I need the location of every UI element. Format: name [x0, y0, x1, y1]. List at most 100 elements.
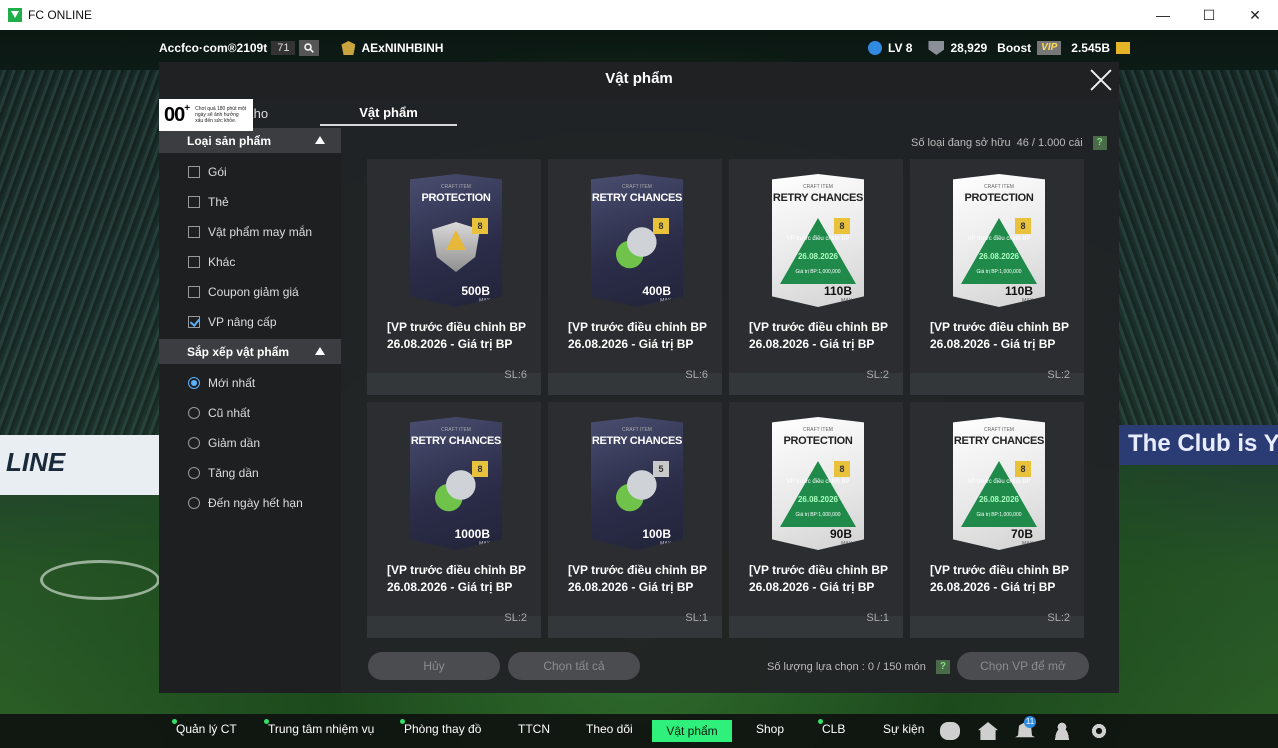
item-tag-bp: Giá trị BP:1,000,000 — [795, 512, 841, 518]
item-quantity: SL:2 — [1047, 612, 1070, 624]
window-titlebar: FC ONLINE — ☐ ✕ — [0, 0, 1278, 30]
item-name: [VP trước điều chỉnh BP 26.08.2026 - Giá… — [930, 320, 1069, 351]
item-max-label: MAX — [841, 541, 852, 547]
open-items-button[interactable]: Chọn VP để mở — [957, 652, 1089, 680]
sort-header[interactable]: Sắp xếp vật phẩm — [159, 339, 341, 364]
gear-icon[interactable] — [1089, 722, 1109, 740]
item-card[interactable]: CRAFT ITEM RETRY CHANCES 8 1000B MAX [VP trướ… — [367, 402, 541, 638]
checkbox[interactable] — [188, 256, 200, 268]
filter-option[interactable]: Coupon giảm giá — [159, 277, 341, 307]
top-status-bar: Accfco·com®2109t 71 AExNINHBINH LV 8 28,… — [150, 36, 1130, 60]
item-type-title: RETRY CHANCES — [591, 435, 683, 447]
sort-label: Tăng dần — [208, 466, 259, 480]
checkbox-checked[interactable] — [188, 316, 200, 328]
sort-option[interactable]: Tăng dần — [159, 458, 341, 488]
filter-option[interactable]: VP nâng cấp — [159, 307, 341, 337]
home-icon[interactable] — [978, 722, 998, 740]
item-thumbnail: CRAFT ITEM RETRY CHANCES VP trước điều chỉ… — [953, 417, 1045, 550]
ad-board-right: The Club is Y — [1118, 425, 1278, 465]
item-card[interactable]: CRAFT ITEM PROTECTION VP trước điều chỉnh … — [729, 402, 903, 638]
sort-option[interactable]: Giảm dần — [159, 428, 341, 458]
item-thumbnail: CRAFT ITEM RETRY CHANCES VP trước điều chỉ… — [772, 174, 864, 307]
item-card[interactable]: CRAFT ITEM RETRY CHANCES 8 400B MAX [VP trước… — [548, 159, 722, 395]
item-level-badge: 8 — [1015, 461, 1031, 477]
item-card[interactable]: CRAFT ITEM PROTECTION VP trước điều chỉnh … — [910, 159, 1084, 395]
craft-label: CRAFT ITEM — [622, 427, 652, 433]
radio[interactable] — [188, 467, 200, 479]
item-type-title: RETRY CHANCES — [772, 192, 864, 204]
rank-shield-icon — [928, 41, 945, 55]
cancel-button[interactable]: Hủy — [368, 652, 500, 680]
radio-selected[interactable] — [188, 377, 200, 389]
nav-label: CLB — [822, 722, 846, 736]
nav-label: Trung tâm nhiệm vụ — [268, 722, 375, 736]
nav-theo-doi[interactable]: Theo dõi — [586, 722, 633, 736]
radio[interactable] — [188, 407, 200, 419]
checkbox[interactable] — [188, 196, 200, 208]
sort-title: Sắp xếp vật phẩm — [187, 344, 290, 359]
ad-board-right-text: The Club is Y — [1128, 430, 1278, 457]
new-dot-icon — [172, 719, 177, 724]
close-modal-button[interactable] — [1089, 68, 1113, 92]
sort-option[interactable]: Cũ nhất — [159, 398, 341, 428]
item-max-label: MAX — [660, 298, 671, 304]
profile-icon[interactable] — [1052, 722, 1072, 740]
new-dot-icon — [818, 719, 823, 724]
close-window-button[interactable]: ✕ — [1232, 0, 1278, 30]
sort-option[interactable]: Đến ngày hết hạn — [159, 488, 341, 518]
item-thumbnail: CRAFT ITEM RETRY CHANCES 8 1000B MAX — [410, 417, 502, 550]
radio[interactable] — [188, 497, 200, 509]
item-price: 90B — [829, 527, 852, 541]
owned-count: Số loại đang sở hữu 46 / 1.000 cái ? — [911, 136, 1107, 150]
filter-option[interactable]: Vật phẩm may mắn — [159, 217, 341, 247]
nav-shop[interactable]: Shop — [756, 722, 784, 736]
item-quantity: SL:2 — [866, 369, 889, 381]
boost-label[interactable]: Boost — [997, 41, 1031, 55]
nav-su-kien[interactable]: Sự kiện — [883, 722, 924, 736]
filter-option[interactable]: Gói — [159, 157, 341, 187]
product-type-header[interactable]: Loại sản phẩm — [159, 128, 341, 153]
filter-option[interactable]: Thẻ — [159, 187, 341, 217]
item-quantity: SL:2 — [1047, 369, 1070, 381]
tab-vat-pham[interactable]: Vật phẩm — [320, 102, 457, 126]
owned-label: Số loại đang sở hữu — [911, 137, 1011, 149]
nav-ttcn[interactable]: TTCN — [518, 722, 550, 736]
nav-phong-thay-do[interactable]: Phòng thay đồ — [400, 719, 482, 736]
filter-option[interactable]: Khác — [159, 247, 341, 277]
item-card[interactable]: CRAFT ITEM PROTECTION 8 500B MAX [VP trước đi… — [367, 159, 541, 395]
item-quantity: SL:2 — [504, 612, 527, 624]
window-controls: — ☐ ✕ — [1140, 0, 1278, 30]
nav-label: Phòng thay đồ — [404, 722, 482, 736]
minimize-button[interactable]: — — [1140, 0, 1186, 30]
crowd-left — [0, 70, 160, 440]
search-button[interactable] — [299, 40, 320, 56]
nav-quan-ly-ct[interactable]: Quản lý CT — [172, 719, 237, 736]
item-tag-bp: Giá trị BP:1,000,000 — [795, 269, 841, 275]
sort-option[interactable]: Mới nhất — [159, 368, 341, 398]
level-icon — [868, 41, 883, 55]
maximize-button[interactable]: ☐ — [1186, 0, 1232, 30]
help-icon[interactable]: ? — [1092, 136, 1107, 150]
age-rating-number: 00 — [164, 103, 185, 126]
checkbox[interactable] — [188, 166, 200, 178]
item-card[interactable]: CRAFT ITEM RETRY CHANCES 5 100B MAX [VP trước… — [548, 402, 722, 638]
nav-clb[interactable]: CLB — [818, 719, 846, 736]
filter-label: Khác — [208, 255, 236, 269]
club-name: AExNINHBINH — [361, 41, 444, 55]
chat-icon[interactable] — [940, 722, 960, 740]
checkbox[interactable] — [188, 286, 200, 298]
nav-label: Quản lý CT — [176, 722, 237, 736]
selection-label: Số lượng lựa chọn : 0 / 150 món — [767, 661, 926, 673]
item-card[interactable]: CRAFT ITEM RETRY CHANCES VP trước điều chỉ… — [729, 159, 903, 395]
nav-vat-pham[interactable]: Vật phẩm — [652, 720, 732, 742]
item-card[interactable]: CRAFT ITEM RETRY CHANCES VP trước điều chỉ… — [910, 402, 1084, 638]
checkbox[interactable] — [188, 226, 200, 238]
ad-board-left-text: LINE — [6, 447, 66, 477]
nav-trung-tam-nhiem-vu[interactable]: Trung tâm nhiệm vụ — [264, 719, 375, 736]
select-all-button[interactable]: Chọn tất cả — [508, 652, 640, 680]
help-icon[interactable]: ? — [935, 660, 950, 674]
item-type-title: PROTECTION — [783, 435, 853, 447]
filter-sidebar: Loại sản phẩm Gói Thẻ Vật phẩm may mắn K… — [159, 128, 341, 693]
owned-value: 46 / 1.000 cái — [1016, 137, 1083, 149]
radio[interactable] — [188, 437, 200, 449]
